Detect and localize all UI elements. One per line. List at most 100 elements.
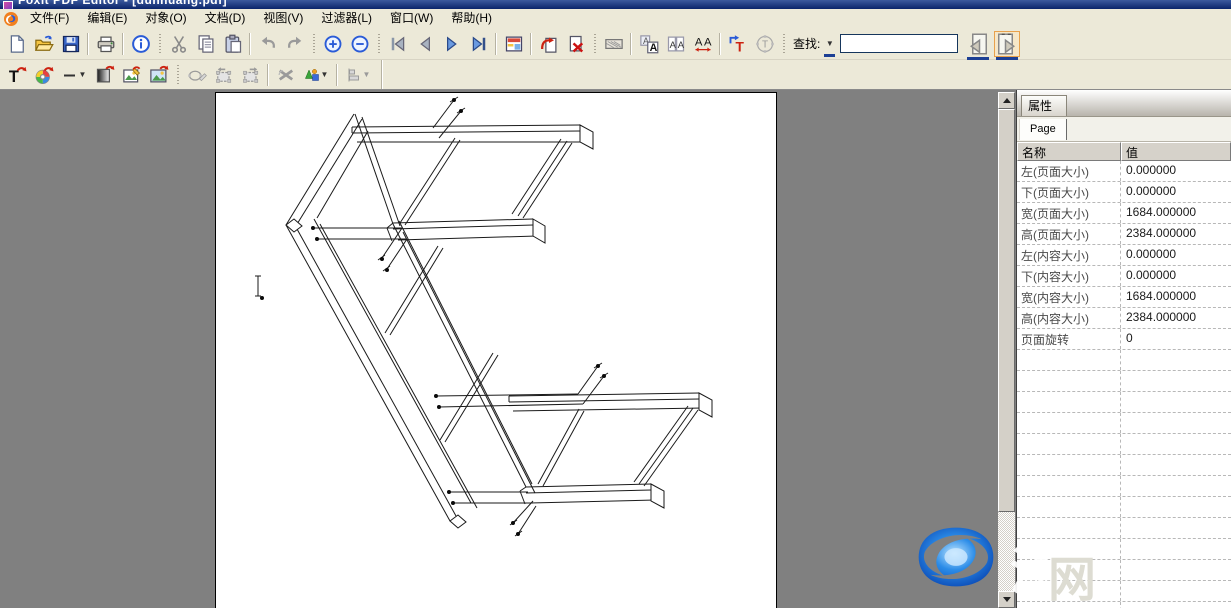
menu-object[interactable]: 对象(O)	[136, 10, 195, 27]
svg-text:A: A	[649, 42, 657, 54]
insert-page-icon	[539, 34, 559, 54]
row-value[interactable]: 0.000000	[1121, 161, 1231, 181]
row-value[interactable]: 1684.000000	[1121, 203, 1231, 223]
empty-table-row[interactable]	[1017, 455, 1231, 476]
scroll-down-button[interactable]	[998, 591, 1015, 608]
properties-tab-row: Page	[1017, 117, 1231, 142]
empty-table-row[interactable]	[1017, 497, 1231, 518]
replace-font-icon: AA	[639, 34, 659, 54]
properties-table-header: 名称 值	[1017, 142, 1231, 161]
properties-title-tab[interactable]: 属性	[1021, 95, 1067, 116]
table-row[interactable]: 下(页面大小)0.000000	[1017, 182, 1231, 203]
line-style-button[interactable]: ▼	[57, 62, 91, 88]
print-button[interactable]	[92, 31, 119, 57]
letter-spacing-button[interactable]: AA	[689, 31, 716, 57]
row-value[interactable]: 0.000000	[1121, 266, 1231, 286]
previous-page-button[interactable]	[411, 31, 438, 57]
zoom-out-button[interactable]	[346, 31, 373, 57]
find-next-button[interactable]	[994, 31, 1020, 57]
menu-edit[interactable]: 编辑(E)	[78, 10, 136, 27]
column-header-value[interactable]: 值	[1121, 142, 1231, 161]
add-text-object-button[interactable]: T	[724, 31, 751, 57]
chevron-down-icon[interactable]: ▼	[321, 70, 329, 79]
row-value[interactable]: 1684.000000	[1121, 287, 1231, 307]
pdf-page[interactable]	[215, 92, 777, 608]
insert-shape-button[interactable]: ▼	[299, 62, 333, 88]
row-value	[1121, 455, 1231, 475]
find-previous-button[interactable]	[966, 32, 990, 56]
empty-table-row[interactable]	[1017, 476, 1231, 497]
table-row[interactable]: 左(内容大小)0.000000	[1017, 245, 1231, 266]
find-options-dropdown[interactable]: ▼	[823, 34, 836, 53]
separator	[336, 64, 338, 86]
insert-page-button[interactable]	[535, 31, 562, 57]
edit-shading-button[interactable]	[91, 62, 118, 88]
replace-image-button[interactable]	[145, 62, 172, 88]
find-input[interactable]	[840, 34, 958, 53]
menu-file[interactable]: 文件(F)	[21, 10, 78, 27]
replace-font-button[interactable]: AA	[635, 31, 662, 57]
document-info-button[interactable]	[127, 31, 154, 57]
row-name	[1017, 371, 1121, 391]
last-page-button[interactable]	[465, 31, 492, 57]
transform-prev-button	[210, 62, 237, 88]
scrollbar-thumb[interactable]	[998, 109, 1015, 512]
edit-image-button[interactable]	[118, 62, 145, 88]
menu-view[interactable]: 视图(V)	[254, 10, 312, 27]
table-row[interactable]: 高(页面大小)2384.000000	[1017, 224, 1231, 245]
empty-table-row[interactable]	[1017, 602, 1231, 608]
save-button[interactable]	[57, 31, 84, 57]
table-row[interactable]: 下(内容大小)0.000000	[1017, 266, 1231, 287]
empty-table-row[interactable]	[1017, 518, 1231, 539]
zoom-in-button[interactable]	[319, 31, 346, 57]
empty-table-row[interactable]	[1017, 560, 1231, 581]
table-row[interactable]: 宽(页面大小)1684.000000	[1017, 203, 1231, 224]
virtual-keyboard-button[interactable]	[600, 31, 627, 57]
table-row[interactable]: 宽(内容大小)1684.000000	[1017, 287, 1231, 308]
shading-icon	[95, 65, 115, 85]
row-value[interactable]: 0.000000	[1121, 182, 1231, 202]
empty-table-row[interactable]	[1017, 392, 1231, 413]
empty-table-row[interactable]	[1017, 350, 1231, 371]
row-value[interactable]: 2384.000000	[1121, 224, 1231, 244]
menu-window[interactable]: 窗口(W)	[381, 10, 442, 27]
empty-table-row[interactable]	[1017, 434, 1231, 455]
toolbar-grip	[592, 33, 597, 55]
first-page-button[interactable]	[384, 31, 411, 57]
compare-font-button[interactable]: AA	[662, 31, 689, 57]
open-file-button[interactable]	[30, 31, 57, 57]
menu-filter[interactable]: 过滤器(L)	[312, 10, 381, 27]
empty-table-row[interactable]	[1017, 371, 1231, 392]
scroll-up-button[interactable]	[998, 92, 1015, 109]
cut-button[interactable]	[165, 31, 192, 57]
redo-button[interactable]	[281, 31, 308, 57]
vertical-scrollbar[interactable]	[998, 92, 1015, 608]
tab-page[interactable]: Page	[1019, 119, 1067, 140]
empty-table-row[interactable]	[1017, 413, 1231, 434]
next-page-button[interactable]	[438, 31, 465, 57]
empty-table-row[interactable]	[1017, 539, 1231, 560]
new-document-button[interactable]	[3, 31, 30, 57]
chevron-down-icon[interactable]: ▼	[79, 70, 87, 79]
edit-color-button[interactable]	[30, 62, 57, 88]
row-name	[1017, 476, 1121, 496]
column-header-name[interactable]: 名称	[1017, 142, 1121, 161]
row-value[interactable]: 0	[1121, 329, 1231, 349]
copy-button[interactable]	[192, 31, 219, 57]
row-value[interactable]: 0.000000	[1121, 245, 1231, 265]
keyboard-icon	[604, 34, 624, 54]
edit-text-button[interactable]: T	[3, 62, 30, 88]
table-row[interactable]: 左(页面大小)0.000000	[1017, 161, 1231, 182]
text-bound-tool-button[interactable]: T	[751, 31, 778, 57]
transform-next-icon	[241, 65, 261, 85]
table-row[interactable]: 高(内容大小)2384.000000	[1017, 308, 1231, 329]
menu-document[interactable]: 文档(D)	[196, 10, 255, 27]
delete-page-button[interactable]	[562, 31, 589, 57]
table-row[interactable]: 页面旋转0	[1017, 329, 1231, 350]
row-value[interactable]: 2384.000000	[1121, 308, 1231, 328]
page-layout-button[interactable]	[500, 31, 527, 57]
menu-help[interactable]: 帮助(H)	[442, 10, 501, 27]
empty-table-row[interactable]	[1017, 581, 1231, 602]
undo-button[interactable]	[254, 31, 281, 57]
paste-button[interactable]	[219, 31, 246, 57]
